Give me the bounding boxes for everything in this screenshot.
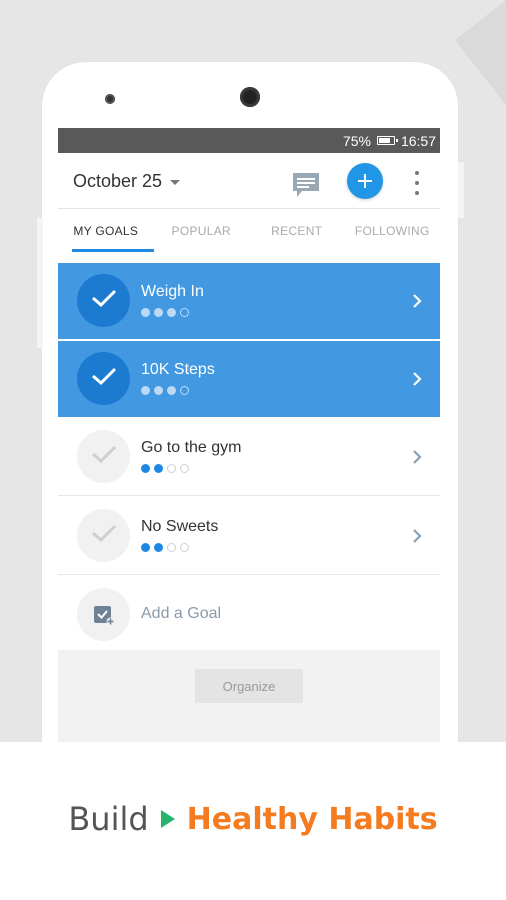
- phone-side-button: [458, 162, 464, 218]
- progress-dot: [154, 464, 163, 473]
- goal-check-toggle[interactable]: [77, 274, 130, 327]
- progress-dot: [167, 543, 176, 552]
- progress-dot: [154, 543, 163, 552]
- progress-dot: [141, 308, 150, 317]
- tagline-highlight: Healthy Habits: [186, 801, 438, 837]
- phone-side-button: [37, 218, 43, 348]
- goal-list: Weigh In 10K Steps Go to the gym No Sweets …: [58, 263, 440, 653]
- tab-bar: MY GOALS POPULAR RECENT FOLLOWING: [58, 208, 441, 252]
- list-footer: Organize: [58, 650, 440, 742]
- goal-check-toggle[interactable]: [77, 430, 130, 483]
- add-goal-label: Add a Goal: [141, 605, 222, 622]
- goal-check-toggle[interactable]: [77, 352, 130, 405]
- add-goal-icon: [77, 588, 130, 641]
- goal-progress-dots: [141, 464, 189, 473]
- goal-name: 10K Steps: [141, 361, 215, 378]
- check-icon: [91, 523, 117, 548]
- chevron-right-icon[interactable]: [412, 371, 422, 392]
- progress-dot: [167, 464, 176, 473]
- progress-dot: [180, 543, 189, 552]
- battery-percent: 75%: [342, 132, 371, 149]
- progress-dot: [154, 386, 163, 395]
- date-selector[interactable]: October 25: [73, 171, 181, 192]
- progress-dot: [167, 386, 176, 395]
- goal-progress-dots: [141, 308, 189, 317]
- goal-progress-dots: [141, 543, 189, 552]
- tab-popular[interactable]: POPULAR: [154, 209, 250, 251]
- date-label: October 25: [73, 171, 163, 191]
- goal-name: No Sweets: [141, 518, 219, 535]
- progress-dot: [167, 308, 176, 317]
- progress-dot: [154, 308, 163, 317]
- check-icon: [91, 366, 117, 391]
- goal-row[interactable]: Go to the gym: [58, 419, 440, 496]
- status-bar: 75% 16:57: [58, 128, 440, 153]
- progress-dot: [141, 543, 150, 552]
- progress-dot: [180, 308, 189, 317]
- goal-check-toggle[interactable]: [77, 509, 130, 562]
- phone-camera: [240, 87, 260, 107]
- goal-row[interactable]: No Sweets: [58, 498, 440, 575]
- tab-recent[interactable]: RECENT: [249, 209, 345, 251]
- more-vert-icon[interactable]: [414, 171, 420, 195]
- check-icon: [91, 288, 117, 313]
- phone-speaker: [105, 94, 115, 104]
- goal-progress-dots: [141, 386, 189, 395]
- progress-dot: [180, 464, 189, 473]
- caret-down-icon: [170, 180, 181, 185]
- battery-icon: [376, 136, 398, 145]
- add-goal-row[interactable]: Add a Goal: [58, 577, 440, 653]
- progress-dot: [141, 464, 150, 473]
- tagline-prefix: Build: [68, 800, 149, 838]
- tagline: Build Healthy Habits: [0, 800, 506, 838]
- promo-banner: Build Healthy Habits: [0, 742, 506, 900]
- chevron-right-icon[interactable]: [412, 528, 422, 549]
- chevron-right-icon[interactable]: [412, 449, 422, 470]
- goal-name: Go to the gym: [141, 439, 242, 456]
- progress-dot: [180, 386, 189, 395]
- chevron-right-icon[interactable]: [412, 293, 422, 314]
- app-screen: 75% 16:57 October 25 MY GOALS POPULAR RE…: [58, 128, 440, 742]
- goal-row[interactable]: 10K Steps: [58, 341, 440, 417]
- tab-following[interactable]: FOLLOWING: [345, 209, 441, 251]
- goal-name: Weigh In: [141, 283, 204, 300]
- plus-icon: [358, 174, 372, 188]
- progress-dot: [141, 386, 150, 395]
- goal-row[interactable]: Weigh In: [58, 263, 440, 339]
- add-button[interactable]: [347, 163, 383, 199]
- play-icon: [160, 810, 175, 828]
- organize-button[interactable]: Organize: [195, 669, 303, 703]
- message-icon[interactable]: [292, 172, 320, 203]
- check-icon: [91, 444, 117, 469]
- tab-my-goals[interactable]: MY GOALS: [58, 209, 154, 252]
- clock: 16:57: [400, 132, 436, 149]
